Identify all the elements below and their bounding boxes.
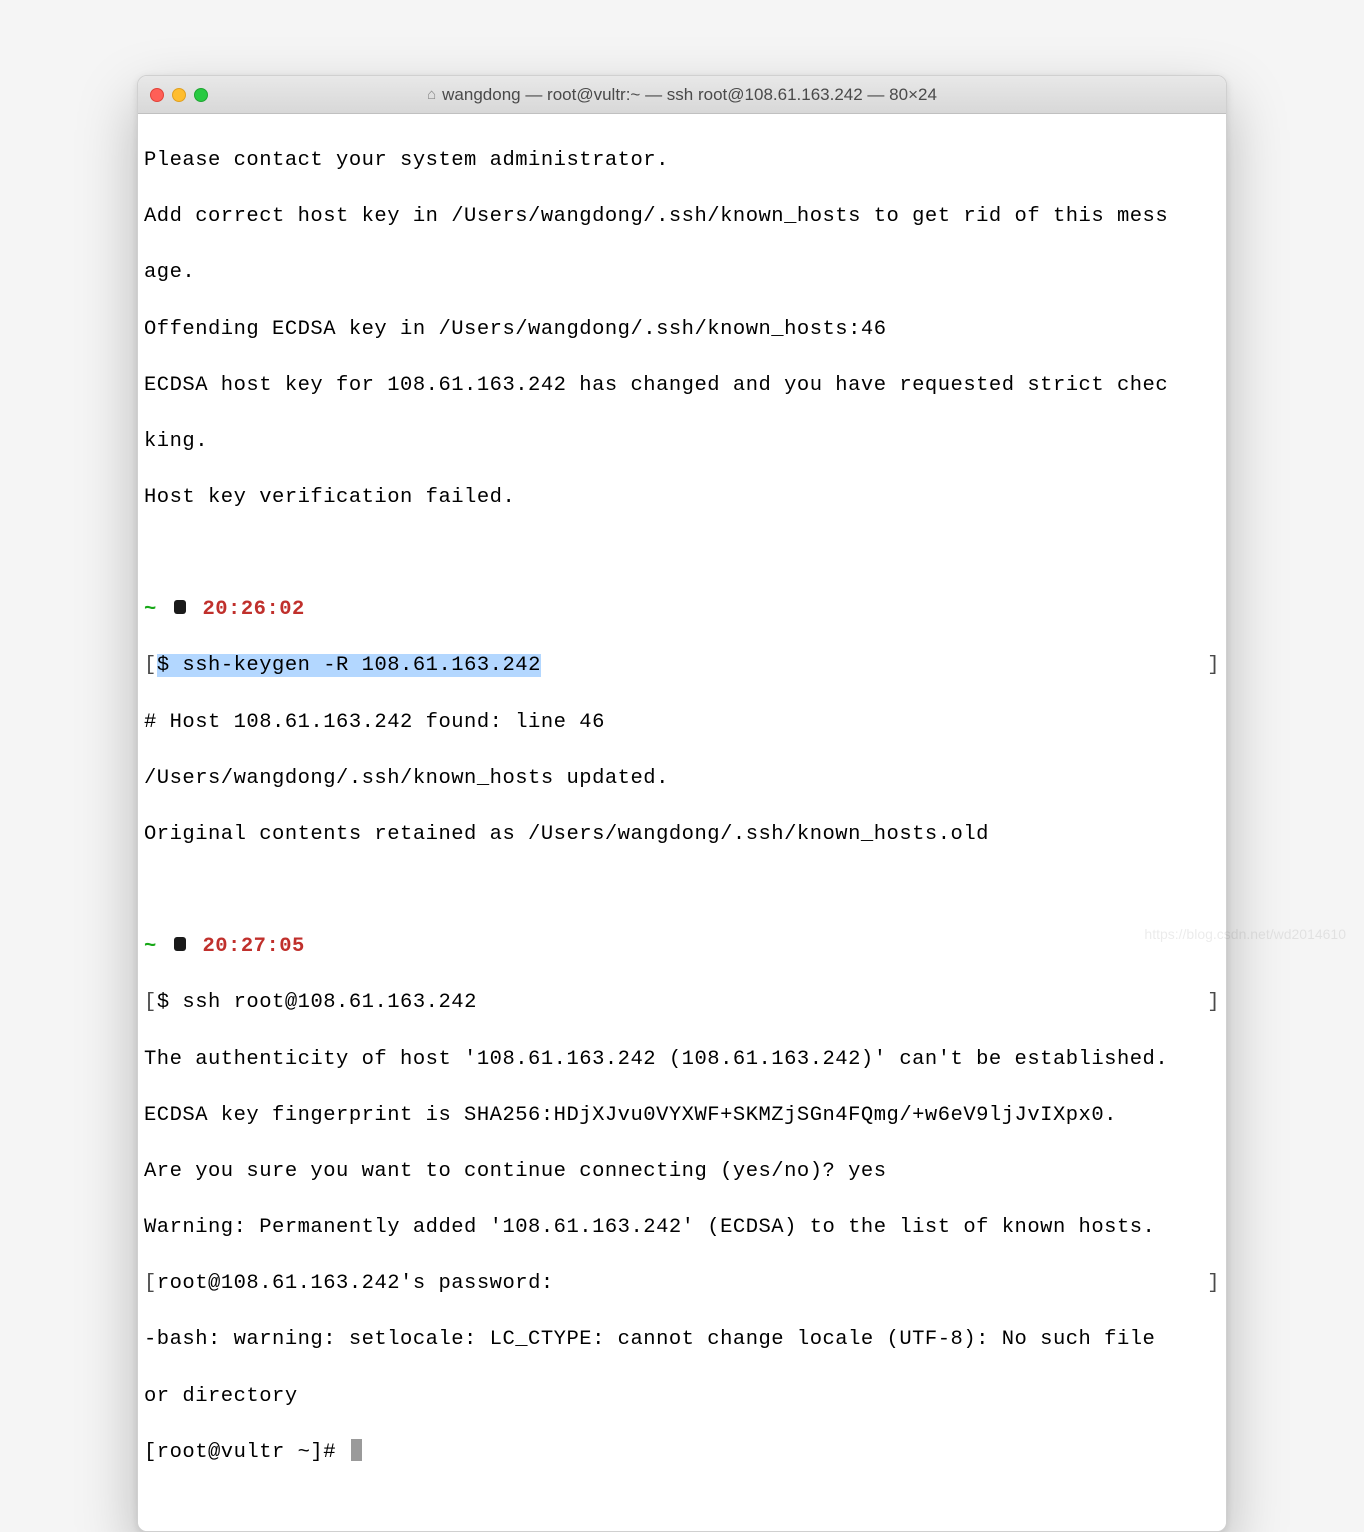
terminal-line: -bash: warning: setlocale: LC_CTYPE: can…: [144, 1326, 1220, 1354]
cursor-icon: [351, 1439, 362, 1461]
shell-prompt[interactable]: [root@vultr ~]#: [144, 1441, 349, 1464]
command-line: [$ ssh-keygen -R 108.61.163.242]: [144, 652, 1220, 680]
terminal-line: or directory: [144, 1383, 1220, 1411]
terminal-line: Host key verification failed.: [144, 484, 1220, 512]
password-line: [root@108.61.163.242's password: ]: [144, 1270, 1220, 1298]
prompt-header: ~ 20:27:05: [144, 933, 1220, 961]
command-text: ssh-keygen -R 108.61.163.242: [182, 654, 540, 677]
terminal-line: ECDSA key fingerprint is SHA256:HDjXJvu0…: [144, 1102, 1220, 1130]
command-line: [$ ssh root@108.61.163.242]: [144, 989, 1220, 1017]
terminal-line: Are you sure you want to continue connec…: [144, 1158, 1220, 1186]
terminal-line: Please contact your system administrator…: [144, 147, 1220, 175]
terminal-window: ⌂ wangdong — root@vultr:~ — ssh root@108…: [137, 75, 1227, 1532]
watermark-text: https://blog.csdn.net/wd2014610: [1144, 926, 1346, 942]
terminal-line: Offending ECDSA key in /Users/wangdong/.…: [144, 316, 1220, 344]
close-button[interactable]: [150, 88, 164, 102]
prompt-path: ~: [144, 935, 157, 958]
terminal-line: age.: [144, 259, 1220, 287]
prompt-time: 20:26:02: [202, 598, 304, 621]
terminal-blank-line: [144, 877, 1220, 905]
window-title-text: wangdong — root@vultr:~ — ssh root@108.6…: [442, 85, 937, 105]
minimize-button[interactable]: [172, 88, 186, 102]
password-prompt[interactable]: root@108.61.163.242's password:: [157, 1272, 567, 1295]
terminal-line: king.: [144, 428, 1220, 456]
terminal-line: Add correct host key in /Users/wangdong/…: [144, 203, 1220, 231]
home-icon: ⌂: [427, 86, 436, 103]
terminal-line: /Users/wangdong/.ssh/known_hosts updated…: [144, 765, 1220, 793]
terminal-line: Original contents retained as /Users/wan…: [144, 821, 1220, 849]
shell-prompt-line: [root@vultr ~]#: [144, 1439, 1220, 1467]
maximize-button[interactable]: [194, 88, 208, 102]
prompt-path: ~: [144, 598, 157, 621]
terminal-content[interactable]: Please contact your system administrator…: [138, 114, 1226, 1531]
window-title: ⌂ wangdong — root@vultr:~ — ssh root@108…: [138, 85, 1226, 105]
watch-icon: [172, 597, 188, 617]
prompt-header: ~ 20:26:02: [144, 596, 1220, 624]
watch-icon: [172, 934, 188, 954]
traffic-lights: [150, 88, 208, 102]
prompt-time: 20:27:05: [202, 935, 304, 958]
terminal-line: The authenticity of host '108.61.163.242…: [144, 1046, 1220, 1074]
window-title-bar[interactable]: ⌂ wangdong — root@vultr:~ — ssh root@108…: [138, 76, 1226, 114]
command-text: ssh root@108.61.163.242: [182, 991, 476, 1014]
terminal-blank-line: [144, 540, 1220, 568]
terminal-line: Warning: Permanently added '108.61.163.2…: [144, 1214, 1220, 1242]
terminal-line: # Host 108.61.163.242 found: line 46: [144, 709, 1220, 737]
highlighted-command: $ ssh-keygen -R 108.61.163.242: [157, 654, 541, 677]
terminal-line: ECDSA host key for 108.61.163.242 has ch…: [144, 372, 1220, 400]
